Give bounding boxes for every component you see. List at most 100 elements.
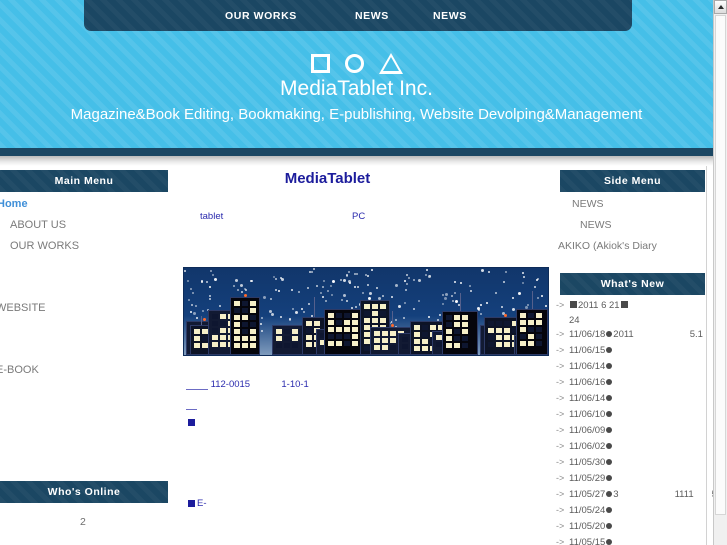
window-light — [390, 345, 396, 350]
whats-new-item[interactable]: -> 2011 6 21 24 — [556, 298, 721, 327]
whats-new-item[interactable]: -> 11/06/10 — [556, 407, 721, 423]
triangle-icon — [378, 52, 403, 74]
whats-new-item[interactable]: -> 11/05/30 — [556, 455, 721, 471]
window-light — [414, 325, 420, 330]
sidebar-item-e-book[interactable]: E-BOOK — [0, 364, 39, 376]
dot-marker-icon — [606, 347, 613, 353]
main-menu-header-label: Main Menu — [54, 175, 114, 187]
window-light — [364, 318, 370, 323]
window-light — [364, 304, 370, 309]
star-icon — [213, 278, 217, 282]
arrow-right-icon: -> — [556, 473, 565, 483]
window-light — [242, 343, 248, 348]
side-menu-item-akiko-diary[interactable]: AKIKO (Akiok's Diary — [558, 240, 657, 252]
star-icon — [468, 285, 471, 288]
square-marker-icon — [620, 301, 628, 308]
window-light — [194, 329, 200, 334]
whats-new-item[interactable]: -> 11/06/15 — [556, 343, 721, 359]
hero-shadow — [0, 156, 713, 166]
star-icon — [395, 283, 399, 287]
star-icon — [443, 296, 447, 300]
nav-item-our-works[interactable]: OUR WORKS — [225, 10, 297, 22]
antenna-shape — [314, 297, 315, 317]
star-icon — [357, 285, 360, 288]
nav-item-news-2[interactable]: NEWS — [433, 10, 467, 22]
whats-new-item[interactable]: -> 11/05/27311115.6 — [556, 487, 725, 503]
star-icon — [342, 279, 346, 283]
window-light — [352, 313, 358, 318]
square-marker-icon — [570, 301, 577, 308]
star-icon — [234, 279, 238, 283]
star-icon — [184, 269, 187, 272]
whats-new-header: What's New — [560, 273, 705, 295]
star-icon — [209, 286, 212, 289]
whats-new-item[interactable]: -> 11/06/16 — [556, 375, 721, 391]
star-icon — [303, 311, 306, 314]
star-icon — [271, 312, 275, 316]
window-light — [220, 335, 226, 340]
arrow-right-icon: -> — [556, 505, 565, 515]
nav-item-news-1[interactable]: NEWS — [355, 10, 389, 22]
antenna-shape — [460, 293, 461, 311]
content-label-tablet: tablet — [200, 211, 224, 222]
whats-new-item[interactable]: -> 11/05/29 — [556, 471, 721, 487]
star-icon — [369, 291, 373, 295]
window-light — [422, 339, 428, 344]
whats-new-item[interactable]: -> 11/06/09 — [556, 423, 721, 439]
whats-new-item[interactable]: -> 11/05/24 — [556, 503, 721, 519]
window-light — [422, 346, 428, 351]
window-light — [422, 332, 428, 337]
window-light — [250, 301, 256, 306]
window-light — [430, 325, 436, 330]
star-icon — [192, 311, 196, 315]
window-light — [352, 341, 358, 346]
window-light — [220, 328, 226, 333]
whats-new-item[interactable]: -> 11/06/14 — [556, 391, 721, 407]
whats-new-item[interactable]: -> 11/06/18 2011 5.1 — [556, 327, 721, 343]
window-light — [234, 336, 240, 341]
whats-new-item[interactable]: -> 11/05/15 — [556, 535, 721, 545]
scroll-up-arrow-icon[interactable] — [714, 0, 727, 14]
window-light — [328, 327, 334, 332]
logo-shapes — [0, 50, 713, 76]
window-light — [536, 341, 542, 346]
star-icon — [280, 276, 283, 279]
scrollbar-thumb[interactable] — [715, 15, 726, 515]
star-icon — [187, 279, 190, 282]
window-light — [382, 338, 388, 343]
address-line-3 — [188, 417, 197, 428]
circle-icon — [344, 53, 364, 73]
window-light — [250, 336, 256, 341]
star-icon — [349, 281, 352, 284]
star-icon — [454, 292, 457, 295]
star-icon — [412, 307, 415, 310]
whats-new-item[interactable]: -> 11/05/20 — [556, 519, 721, 535]
side-menu-item-news-1[interactable]: NEWS — [572, 198, 604, 210]
window-light — [414, 339, 420, 344]
beacon-light-icon — [244, 294, 247, 297]
vertical-scrollbar[interactable] — [713, 0, 727, 545]
window-light — [374, 331, 380, 336]
sidebar-item-about-us[interactable]: ABOUT US — [10, 219, 66, 231]
top-navigation-bar: OUR WORKS NEWS NEWS — [84, 0, 632, 31]
window-light — [250, 322, 256, 327]
arrow-right-icon: -> — [556, 393, 565, 403]
whats-new-item[interactable]: -> 11/06/02 — [556, 439, 721, 455]
window-light — [372, 304, 378, 309]
side-menu-item-news-2[interactable]: NEWS — [580, 219, 612, 231]
sidebar-item-home[interactable]: Home — [0, 198, 28, 210]
whats-new-item[interactable]: -> 11/06/14 — [556, 359, 721, 375]
star-icon — [455, 300, 459, 304]
star-icon — [346, 300, 349, 303]
sidebar-item-our-works[interactable]: OUR WORKS — [10, 240, 79, 252]
star-icon — [397, 305, 401, 309]
window-light — [446, 336, 452, 341]
building-shape — [272, 325, 306, 355]
window-light — [212, 321, 218, 326]
arrow-right-icon: -> — [556, 409, 565, 419]
window-light — [344, 327, 350, 332]
sidebar-item-website[interactable]: WEBSITE — [0, 302, 46, 314]
company-name: MediaTablet Inc. — [280, 77, 433, 100]
star-icon — [354, 285, 357, 288]
blank-field — [186, 381, 208, 390]
